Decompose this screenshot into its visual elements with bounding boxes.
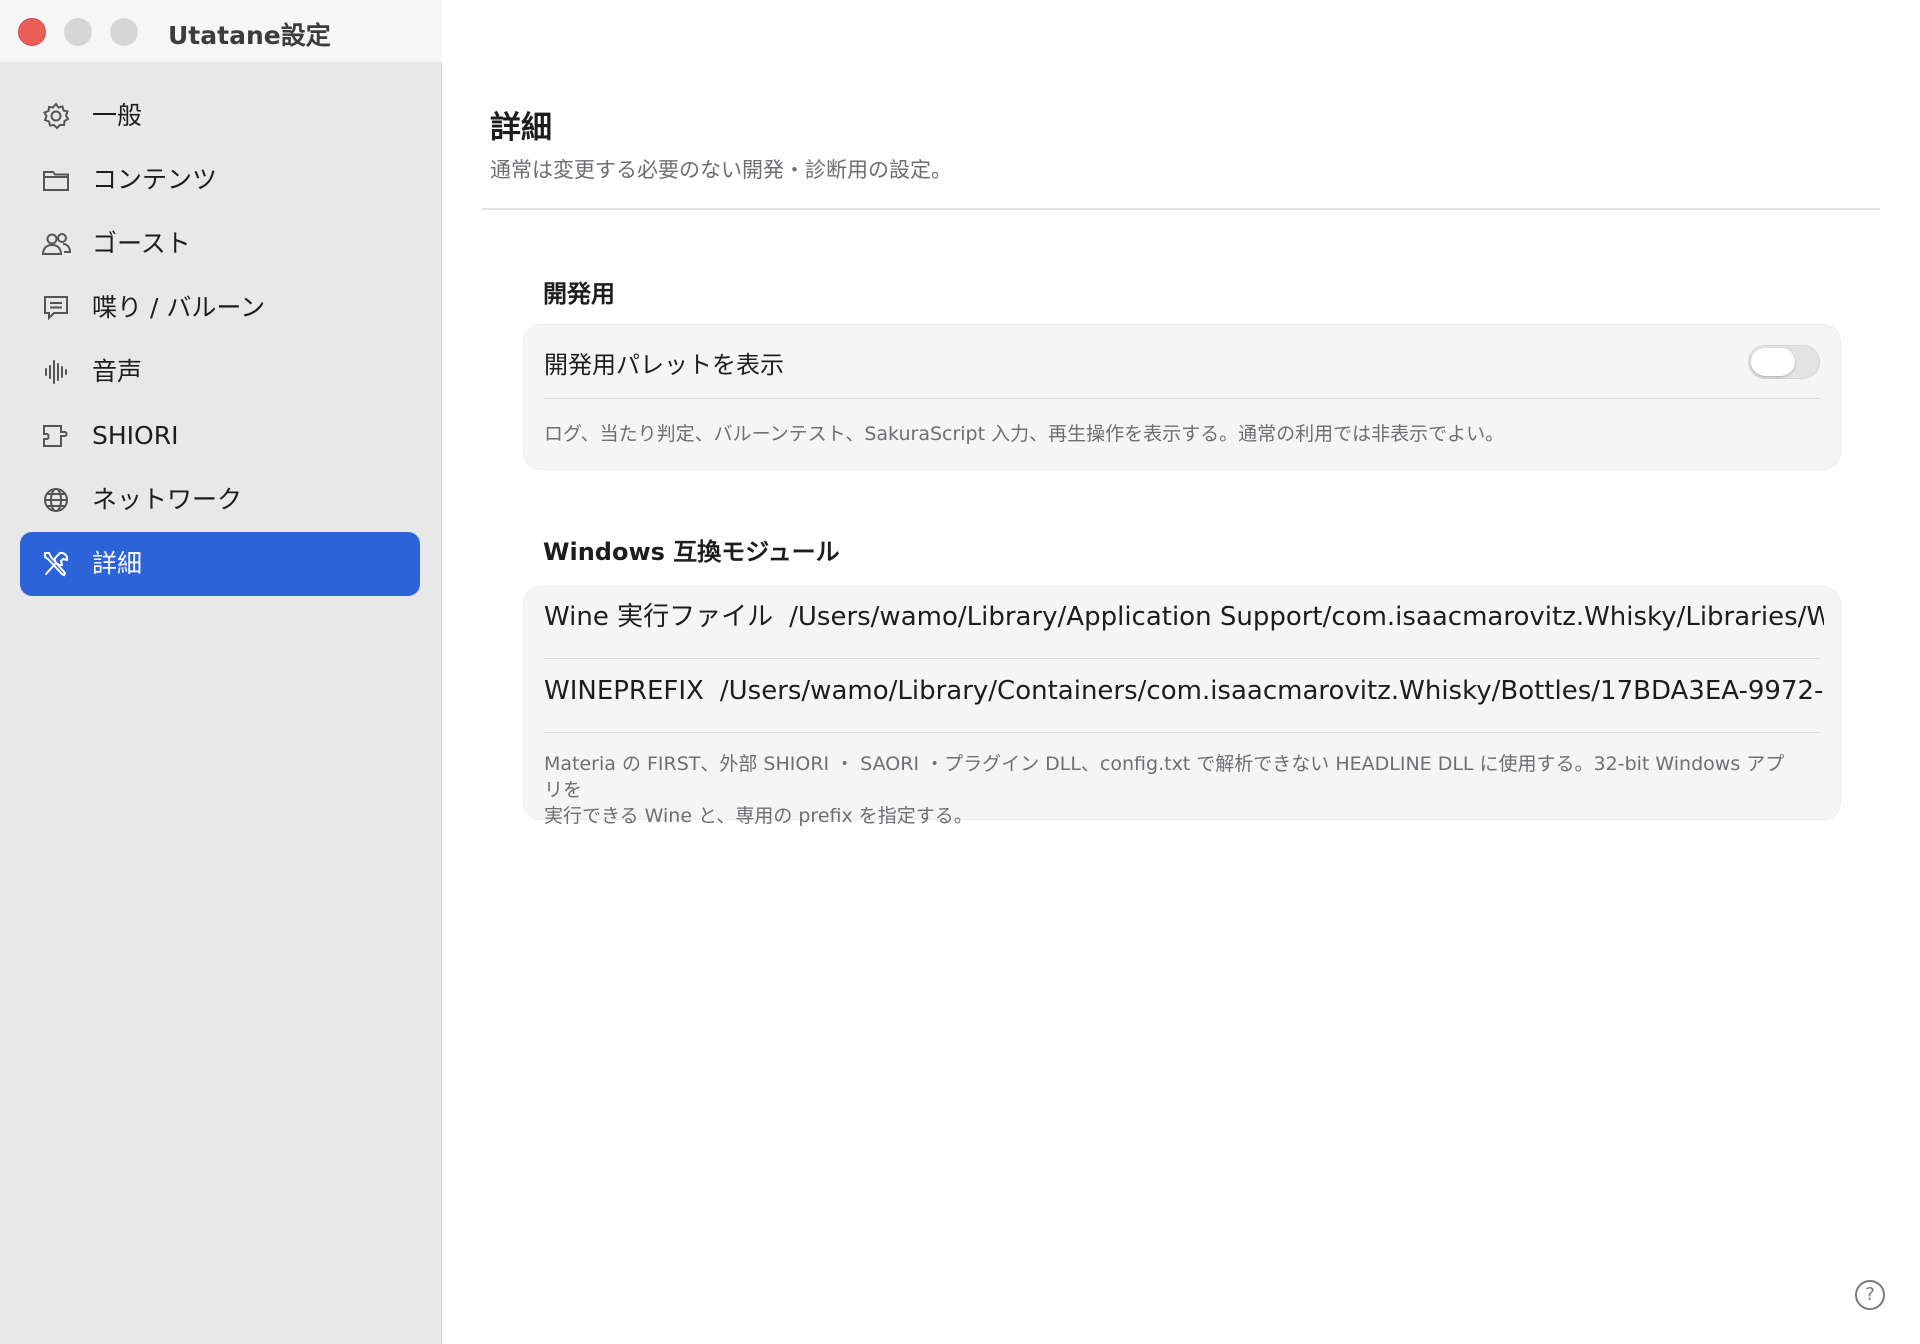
title-bar: Utatane設定 (0, 0, 1920, 63)
people-icon (40, 228, 72, 260)
windows-compat-description-line-2: 実行できる Wine と、専用の prefix を指定する。 (544, 805, 973, 827)
row-divider (544, 732, 1820, 733)
plugin-icon (40, 420, 72, 452)
sidebar-item-advanced[interactable]: 詳細 (20, 532, 420, 596)
header-divider (482, 208, 1880, 210)
wine-executable-row[interactable]: Wine 実行ファイル/Users/wamo/Library/Applicati… (544, 597, 1824, 637)
toggle-knob (1751, 348, 1795, 376)
sidebar-item-label: ネットワーク (92, 485, 243, 514)
page-subtitle: 通常は変更する必要のない開発・診断用の設定。 (490, 158, 952, 182)
zoom-window-button[interactable] (110, 18, 138, 46)
row-divider (544, 658, 1820, 659)
row-divider (544, 398, 1820, 399)
show-dev-palette-toggle[interactable] (1748, 345, 1820, 379)
section-title-developer: 開発用 (543, 280, 615, 308)
windows-compat-description: Materia の FIRST、外部 SHIORI ・ SAORI ・プラグイン… (544, 751, 1800, 829)
developer-settings-card: 開発用パレットを表示 ログ、当たり判定、バルーンテスト、SakuraScript… (523, 324, 1841, 470)
sidebar-item-label: 詳細 (92, 549, 143, 578)
gear-icon (40, 100, 72, 132)
tools-icon (40, 548, 72, 580)
sidebar-item-voice[interactable]: 音声 (20, 340, 420, 404)
show-dev-palette-label: 開発用パレットを表示 (544, 351, 784, 379)
wine-executable-path[interactable]: /Users/wamo/Library/Application Support/… (789, 602, 1824, 632)
developer-description: ログ、当たり判定、バルーンテスト、SakuraScript 入力、再生操作を表示… (544, 423, 1505, 445)
windows-compat-description-line-1: Materia の FIRST、外部 SHIORI ・ SAORI ・プラグイン… (544, 753, 1785, 801)
waveform-icon (40, 356, 72, 388)
minimize-window-button[interactable] (64, 18, 92, 46)
section-title-windows-compat: Windows 互換モジュール (543, 538, 840, 566)
folder-icon (40, 164, 72, 196)
window-title: Utatane設定 (168, 21, 331, 50)
sidebar-item-general[interactable]: 一般 (20, 84, 420, 148)
wineprefix-label: WINEPREFIX (544, 676, 704, 706)
sidebar-item-label: コンテンツ (92, 165, 218, 194)
sidebar-item-speech-balloon[interactable]: 喋り / バルーン (20, 276, 420, 340)
windows-compat-card: Wine 実行ファイル/Users/wamo/Library/Applicati… (523, 586, 1841, 827)
sidebar-item-label: ゴースト (92, 229, 191, 258)
globe-icon (40, 484, 72, 516)
wine-executable-label: Wine 実行ファイル (544, 602, 774, 632)
wineprefix-path[interactable]: /Users/wamo/Library/Containers/com.isaac… (720, 676, 1824, 706)
sidebar-item-shiori[interactable]: SHIORI (20, 404, 420, 468)
sidebar-item-label: 一般 (92, 101, 143, 130)
sidebar-item-label: 喋り / バルーン (92, 293, 266, 322)
sidebar-item-contents[interactable]: コンテンツ (20, 148, 420, 212)
settings-window: Utatane設定 一般 コンテンツ ゴースト 喋り / バルーン 音声 SHI… (0, 0, 1920, 1344)
sidebar-item-network[interactable]: ネットワーク (20, 468, 420, 532)
sidebar-item-ghost[interactable]: ゴースト (20, 212, 420, 276)
help-button[interactable]: ? (1855, 1280, 1885, 1310)
detail-pane: 詳細 通常は変更する必要のない開発・診断用の設定。 開発用 開発用パレットを表示… (443, 62, 1920, 1344)
sidebar-item-label: SHIORI (92, 421, 179, 450)
sidebar: 一般 コンテンツ ゴースト 喋り / バルーン 音声 SHIORI ネットワーク… (0, 62, 442, 1344)
sidebar-item-label: 音声 (92, 357, 143, 386)
wineprefix-row[interactable]: WINEPREFIX/Users/wamo/Library/Containers… (544, 671, 1824, 711)
speech-bubble-icon (40, 292, 72, 324)
close-window-button[interactable] (18, 18, 46, 46)
page-title: 詳細 (490, 110, 552, 146)
